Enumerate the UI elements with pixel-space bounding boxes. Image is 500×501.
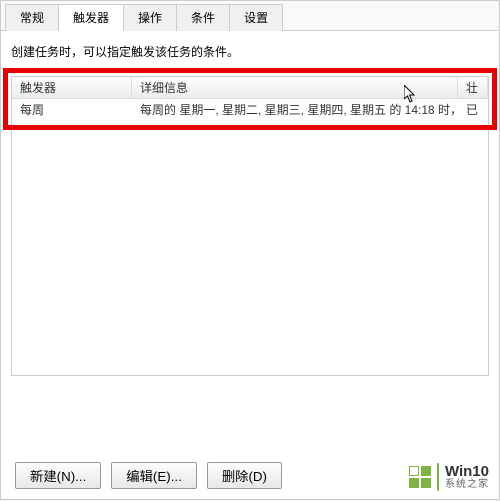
col-detail[interactable]: 详细信息	[132, 76, 458, 99]
watermark-sub: 系统之家	[445, 480, 489, 491]
task-scheduler-window: 常规 触发器 操作 条件 设置 创建任务时，可以指定触发该任务的条件。 触发器 …	[0, 0, 500, 500]
table-row[interactable]: 每周 每周的 星期一, 星期二, 星期三, 星期四, 星期五 的 14:18 时…	[12, 99, 488, 121]
new-button[interactable]: 新建(N)...	[15, 462, 101, 489]
watermark-separator	[437, 463, 439, 491]
watermark-main: Win10	[445, 464, 489, 480]
watermark: Win10 系统之家	[409, 463, 489, 491]
col-status[interactable]: 壮	[458, 76, 488, 99]
cell-status: 已	[458, 98, 488, 121]
table-header: 触发器 详细信息 壮	[12, 77, 488, 99]
cell-trigger: 每周	[12, 98, 132, 121]
tab-content: 创建任务时，可以指定触发该任务的条件。 触发器 详细信息 壮 每周 每周的 星期…	[1, 31, 499, 501]
delete-button[interactable]: 删除(D)	[207, 462, 282, 489]
watermark-text: Win10 系统之家	[445, 464, 489, 490]
tab-triggers[interactable]: 触发器	[58, 4, 124, 31]
tab-actions[interactable]: 操作	[123, 4, 177, 31]
cell-detail: 每周的 星期一, 星期二, 星期三, 星期四, 星期五 的 14:18 时，无	[132, 98, 458, 121]
tab-general[interactable]: 常规	[5, 4, 59, 31]
watermark-logo-icon	[409, 466, 431, 488]
trigger-table[interactable]: 触发器 详细信息 壮 每周 每周的 星期一, 星期二, 星期三, 星期四, 星期…	[11, 76, 489, 376]
tab-settings[interactable]: 设置	[229, 4, 283, 31]
trigger-list-area: 触发器 详细信息 壮 每周 每周的 星期一, 星期二, 星期三, 星期四, 星期…	[11, 76, 489, 450]
edit-button[interactable]: 编辑(E)...	[111, 462, 197, 489]
description-text: 创建任务时，可以指定触发该任务的条件。	[11, 43, 489, 60]
tab-bar: 常规 触发器 操作 条件 设置	[1, 1, 499, 31]
col-trigger[interactable]: 触发器	[12, 76, 132, 99]
tab-conditions[interactable]: 条件	[176, 4, 230, 31]
